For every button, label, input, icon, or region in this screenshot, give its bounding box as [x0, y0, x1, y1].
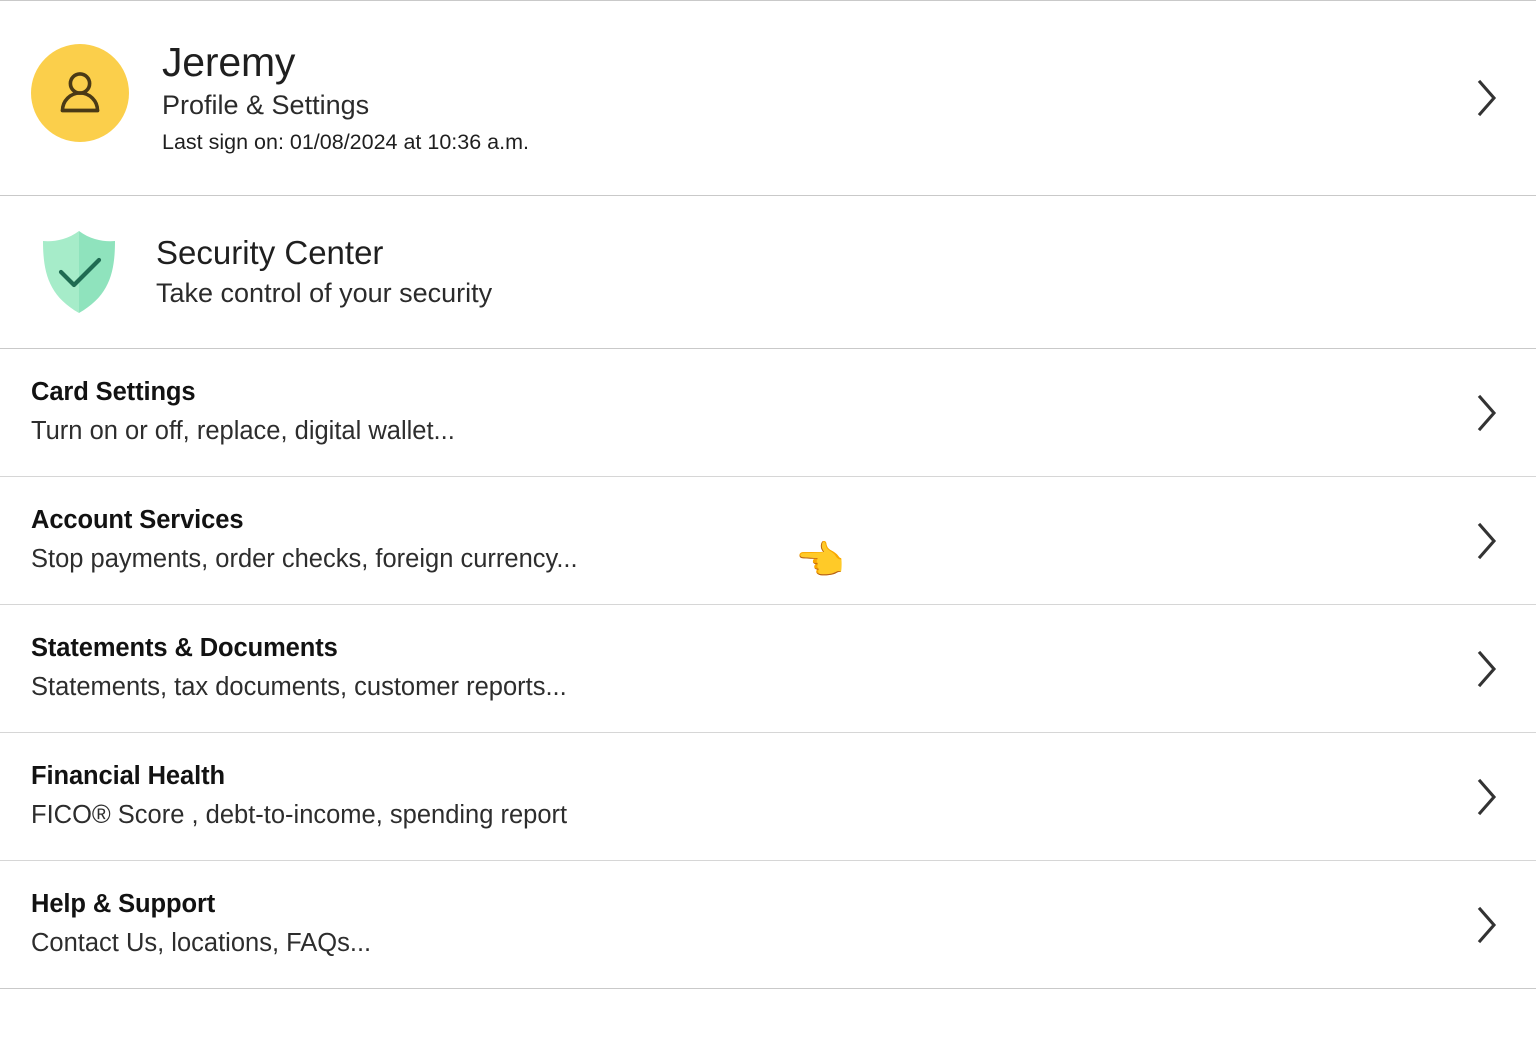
chevron-right-icon[interactable] — [1474, 905, 1500, 945]
menu-item-subtitle: Stop payments, order checks, foreign cur… — [31, 543, 1496, 576]
menu-item-title: Card Settings — [31, 377, 1496, 409]
chevron-right-icon[interactable] — [1474, 777, 1500, 817]
profile-subtitle: Profile & Settings — [162, 87, 529, 123]
menu-item-help-support[interactable]: Help & Support Contact Us, locations, FA… — [0, 861, 1536, 988]
menu-item-subtitle: Statements, tax documents, customer repo… — [31, 671, 1496, 704]
profile-row[interactable]: Jeremy Profile & Settings Last sign on: … — [0, 1, 1536, 195]
menu-item-financial-health[interactable]: Financial Health FICO® Score , debt-to-i… — [0, 733, 1536, 860]
last-sign-on-text: Last sign on: 01/08/2024 at 10:36 a.m. — [162, 127, 529, 157]
profile-name: Jeremy — [162, 40, 529, 85]
security-center-subtitle: Take control of your security — [156, 276, 492, 311]
profile-settings-screen: Jeremy Profile & Settings Last sign on: … — [0, 0, 1536, 1041]
chevron-right-icon[interactable] — [1474, 393, 1500, 433]
security-center-title: Security Center — [156, 233, 492, 273]
chevron-right-icon[interactable] — [1474, 78, 1500, 118]
menu-item-title: Account Services — [31, 505, 1496, 537]
security-center-row[interactable]: Security Center Take control of your sec… — [0, 196, 1536, 348]
menu-item-title: Financial Health — [31, 761, 1496, 793]
menu-item-card-settings[interactable]: Card Settings Turn on or off, replace, d… — [0, 349, 1536, 476]
menu-item-subtitle: Turn on or off, replace, digital wallet.… — [31, 415, 1496, 448]
shield-check-icon — [36, 228, 122, 316]
person-icon — [52, 65, 108, 121]
profile-text-block: Jeremy Profile & Settings Last sign on: … — [162, 36, 529, 157]
menu-item-title: Statements & Documents — [31, 633, 1496, 665]
security-text-block: Security Center Take control of your sec… — [156, 233, 492, 312]
chevron-right-icon[interactable] — [1474, 521, 1500, 561]
menu-item-subtitle: Contact Us, locations, FAQs... — [31, 927, 1496, 960]
menu-item-account-services[interactable]: Account Services Stop payments, order ch… — [0, 477, 1536, 604]
menu-item-subtitle: FICO® Score , debt-to-income, spending r… — [31, 799, 1496, 832]
backhand-index-pointing-left-icon: 👈 — [795, 541, 845, 581]
menu-item-title: Help & Support — [31, 889, 1496, 921]
avatar — [31, 44, 129, 142]
chevron-right-icon[interactable] — [1474, 649, 1500, 689]
bottom-divider — [0, 988, 1536, 989]
menu-item-statements-documents[interactable]: Statements & Documents Statements, tax d… — [0, 605, 1536, 732]
